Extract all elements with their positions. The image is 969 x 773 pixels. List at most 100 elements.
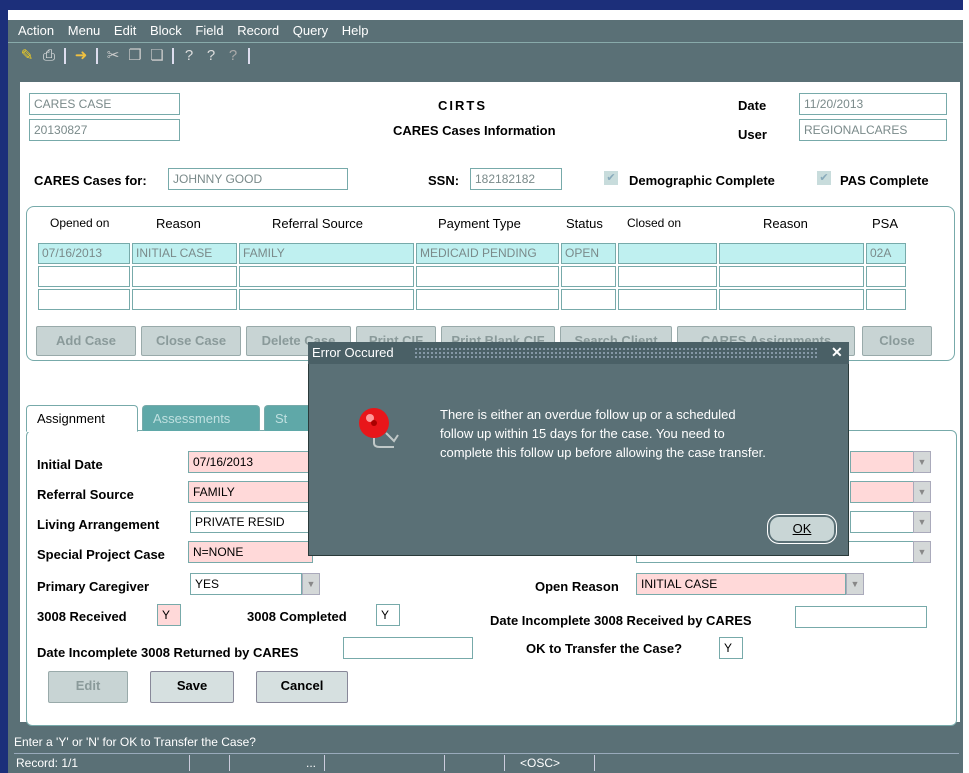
close-icon[interactable]: ✕ bbox=[831, 344, 843, 361]
paste-icon[interactable]: ❏ bbox=[148, 47, 166, 65]
dialog-title: Error Occured bbox=[312, 345, 394, 360]
grid-cell[interactable] bbox=[719, 289, 864, 310]
osc-indicator: <OSC> bbox=[520, 756, 561, 770]
grid-cell[interactable] bbox=[719, 266, 864, 287]
alarm-bell-icon bbox=[354, 405, 402, 452]
3008-received-field[interactable]: Y bbox=[157, 604, 181, 626]
3008-completed-field[interactable]: Y bbox=[376, 604, 400, 626]
dialog-titlebar: Error Occured ✕ bbox=[308, 342, 849, 364]
incomplete-returned-field[interactable] bbox=[343, 637, 473, 659]
cases-for-label: CARES Cases for: bbox=[34, 173, 147, 188]
exit-icon[interactable]: ➜ bbox=[72, 47, 90, 65]
close-button[interactable]: Close bbox=[862, 326, 932, 356]
grid-cell[interactable] bbox=[38, 289, 130, 310]
grid-cell[interactable] bbox=[239, 266, 414, 287]
edit-button[interactable]: Edit bbox=[48, 671, 128, 703]
living-arrangement-field[interactable]: PRIVATE RESID bbox=[190, 511, 313, 533]
tab-assessments[interactable]: Assessments bbox=[142, 405, 260, 431]
menu-bar: Action Menu Edit Block Field Record Quer… bbox=[8, 20, 963, 42]
chevron-down-icon[interactable]: ▼ bbox=[913, 511, 931, 533]
grid-cell[interactable] bbox=[561, 289, 616, 310]
toolbar-separator bbox=[64, 48, 66, 64]
col-psa: PSA bbox=[872, 216, 899, 231]
grid-cell[interactable]: MEDICAID PENDING bbox=[416, 243, 559, 264]
menu-block[interactable]: Block bbox=[150, 23, 182, 38]
grid-cell[interactable] bbox=[618, 289, 717, 310]
date-label: Date bbox=[738, 98, 767, 113]
separator bbox=[504, 755, 505, 771]
grid-cell[interactable] bbox=[416, 289, 559, 310]
user-label: User bbox=[738, 127, 767, 142]
grid-cell[interactable] bbox=[239, 289, 414, 310]
open-reason-label: Open Reason bbox=[535, 579, 619, 594]
grid-cell[interactable]: 07/16/2013 bbox=[38, 243, 130, 264]
chevron-down-icon[interactable]: ▼ bbox=[302, 573, 320, 595]
record-indicator: Record: 1/1 bbox=[16, 756, 79, 770]
referral-source-field[interactable]: FAMILY bbox=[188, 481, 313, 503]
record-bar: Record: 1/1 ... <OSC> bbox=[14, 753, 959, 771]
menu-help[interactable]: Help bbox=[342, 23, 369, 38]
ok-transfer-field[interactable]: Y bbox=[719, 637, 743, 659]
col-referral-source: Referral Source bbox=[272, 216, 364, 231]
chevron-down-icon[interactable]: ▼ bbox=[913, 451, 931, 473]
grid-cell[interactable] bbox=[866, 289, 906, 310]
ok-label: OK bbox=[792, 521, 812, 536]
grid-cell[interactable] bbox=[618, 266, 717, 287]
grid-cell[interactable] bbox=[132, 266, 237, 287]
demographic-label: Demographic Complete bbox=[629, 173, 775, 188]
show-keys-icon[interactable]: ? bbox=[202, 47, 220, 65]
menu-action[interactable]: Action bbox=[18, 23, 54, 38]
menu-menu[interactable]: Menu bbox=[68, 23, 101, 38]
referral-source-label: Referral Source bbox=[37, 487, 134, 502]
separator bbox=[229, 755, 230, 771]
grid-cell[interactable] bbox=[416, 266, 559, 287]
menu-field[interactable]: Field bbox=[195, 23, 223, 38]
grid-cell[interactable] bbox=[38, 266, 130, 287]
tab-assignment[interactable]: Assignment bbox=[26, 405, 138, 432]
chevron-down-icon[interactable]: ▼ bbox=[913, 541, 931, 563]
special-project-field[interactable]: N=NONE bbox=[188, 541, 313, 563]
special-project-label: Special Project Case bbox=[37, 547, 165, 562]
save-button[interactable]: Save bbox=[150, 671, 234, 703]
close-case-button[interactable]: Close Case bbox=[141, 326, 241, 356]
chevron-down-icon[interactable]: ▼ bbox=[846, 573, 864, 595]
primary-caregiver-field[interactable]: YES bbox=[190, 573, 302, 595]
grid-cell[interactable]: 02A bbox=[866, 243, 906, 264]
grid-cell[interactable] bbox=[719, 243, 864, 264]
grid-cell[interactable]: OPEN bbox=[561, 243, 616, 264]
demographic-checkbox[interactable]: ✔ bbox=[604, 171, 618, 185]
pas-checkbox[interactable]: ✔ bbox=[817, 171, 831, 185]
grid-cell[interactable]: FAMILY bbox=[239, 243, 414, 264]
toolbar-separator bbox=[248, 48, 250, 64]
grid-cell[interactable]: INITIAL CASE bbox=[132, 243, 237, 264]
date-field: 11/20/2013 bbox=[799, 93, 947, 115]
list-icon[interactable]: ? bbox=[224, 47, 242, 65]
help-icon[interactable]: ? bbox=[180, 47, 198, 65]
copy-icon[interactable]: ❐ bbox=[126, 47, 144, 65]
menu-edit[interactable]: Edit bbox=[114, 23, 136, 38]
add-case-button[interactable]: Add Case bbox=[36, 326, 136, 356]
separator bbox=[444, 755, 445, 771]
ok-button[interactable]: OK bbox=[767, 514, 837, 544]
incomplete-received-field[interactable] bbox=[795, 606, 927, 628]
open-reason-field[interactable]: INITIAL CASE bbox=[636, 573, 846, 595]
col-reason: Reason bbox=[156, 216, 201, 231]
grid-cell[interactable] bbox=[866, 266, 906, 287]
chevron-down-icon[interactable]: ▼ bbox=[913, 481, 931, 503]
cut-icon[interactable]: ✂ bbox=[104, 47, 122, 65]
col-payment-type: Payment Type bbox=[438, 216, 521, 231]
initial-date-field[interactable]: 07/16/2013 bbox=[188, 451, 313, 473]
cancel-button[interactable]: Cancel bbox=[256, 671, 348, 703]
incomplete-received-label: Date Incomplete 3008 Received by CARES bbox=[490, 613, 752, 628]
print-icon[interactable]: ⎙ bbox=[40, 47, 58, 65]
menu-query[interactable]: Query bbox=[293, 23, 328, 38]
hint-message: Enter a 'Y' or 'N' for OK to Transfer th… bbox=[14, 735, 256, 749]
menu-record[interactable]: Record bbox=[237, 23, 279, 38]
user-field: REGIONALCARES bbox=[799, 119, 947, 141]
grid-cell[interactable] bbox=[132, 289, 237, 310]
save-icon[interactable]: ✎ bbox=[18, 47, 36, 65]
message-line: follow up within 15 days for the case. Y… bbox=[440, 426, 725, 441]
grid-cell[interactable] bbox=[561, 266, 616, 287]
incomplete-returned-label: Date Incomplete 3008 Returned by CARES bbox=[37, 645, 299, 660]
grid-cell[interactable] bbox=[618, 243, 717, 264]
